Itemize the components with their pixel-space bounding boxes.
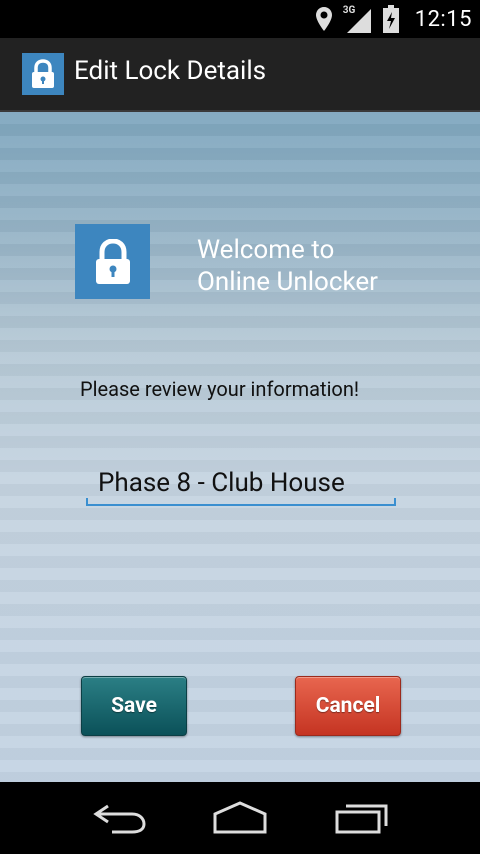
recent-apps-icon[interactable] <box>334 800 390 836</box>
review-prompt: Please review your information! <box>80 377 360 401</box>
lock-logo <box>75 224 150 299</box>
cancel-button[interactable]: Cancel <box>295 676 401 736</box>
main-content: Welcome to Online Unlocker Please review… <box>0 112 480 782</box>
signal-icon: 3G <box>343 5 373 33</box>
home-icon[interactable] <box>212 800 268 836</box>
status-bar: 3G 12:15 <box>0 0 480 38</box>
field-underline-edge <box>86 498 88 506</box>
welcome-line-2: Online Unlocker <box>197 267 378 297</box>
location-icon <box>315 7 332 31</box>
lock-name-field[interactable] <box>86 462 396 506</box>
lock-icon <box>95 238 130 284</box>
page-title: Edit Lock Details <box>74 56 267 86</box>
navigation-bar <box>0 782 480 854</box>
battery-icon <box>382 5 399 33</box>
action-bar: Edit Lock Details <box>0 38 480 112</box>
back-icon[interactable] <box>92 800 148 836</box>
welcome-line-1: Welcome to <box>197 235 335 265</box>
status-clock: 12:15 <box>414 6 472 32</box>
welcome-text: Welcome to Online Unlocker <box>197 234 378 298</box>
field-underline-edge <box>394 498 396 506</box>
app-lock-icon[interactable] <box>22 53 64 95</box>
save-button[interactable]: Save <box>81 676 187 736</box>
lock-icon <box>32 59 54 88</box>
